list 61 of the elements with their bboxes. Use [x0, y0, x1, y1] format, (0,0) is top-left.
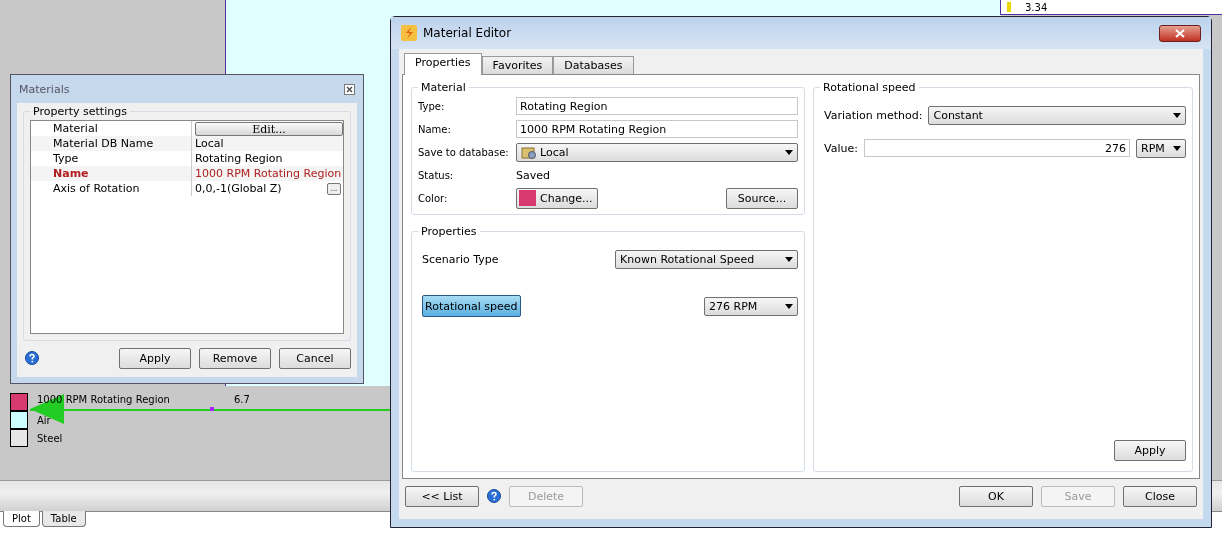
field-label: Status:	[418, 169, 455, 181]
field-label: Save to database:	[418, 146, 510, 158]
edit-button[interactable]: Edit...	[195, 121, 343, 136]
property-name: Material	[52, 122, 99, 135]
dialog-button[interactable]: Cancel	[279, 347, 351, 369]
group-title: Properties	[420, 225, 478, 238]
help-icon[interactable]	[487, 489, 501, 503]
close-icon[interactable]	[344, 83, 355, 95]
apply-button[interactable]: Apply	[1114, 440, 1186, 461]
property-value: Rotating Region	[195, 152, 284, 165]
property-name: Name	[52, 167, 90, 180]
property-value: Local	[195, 137, 225, 150]
help-icon[interactable]	[25, 351, 39, 365]
value-field[interactable]: 276	[863, 139, 1130, 157]
field-label: Color:	[418, 192, 449, 204]
ok-button[interactable]: OK	[959, 485, 1033, 507]
window-title: Material Editor	[423, 26, 513, 40]
source-button[interactable]: Source...	[726, 187, 798, 209]
group-title: Property settings	[32, 105, 128, 118]
dialog-button[interactable]: Apply	[119, 347, 191, 369]
speed-dropdown[interactable]: 276 RPM	[704, 296, 798, 316]
marker-icon	[1007, 2, 1011, 12]
rotational-speed-button[interactable]: Rotational speed	[422, 295, 521, 317]
name-field[interactable]: 1000 RPM Rotating Region	[516, 120, 798, 138]
change-color-button[interactable]: Change...	[516, 187, 598, 209]
variation-dropdown[interactable]: Constant	[928, 105, 1186, 125]
line-value: 6.7	[234, 394, 250, 405]
editor-tab[interactable]: Properties	[404, 53, 482, 75]
field-label: Type:	[418, 100, 446, 112]
close-button[interactable]	[1159, 24, 1201, 42]
property-name: Material DB Name	[52, 137, 155, 150]
status-value: Saved	[516, 168, 550, 182]
field-label: Name:	[418, 123, 452, 135]
legend-label: Steel	[37, 432, 63, 444]
property-value: 0,0,-1(Global Z)	[195, 182, 283, 195]
type-field[interactable]: Rotating Region	[516, 97, 798, 115]
view-tab[interactable]: Plot	[3, 511, 40, 527]
field-label: Value:	[824, 141, 858, 155]
property-name: Type	[52, 152, 80, 165]
axis-value: 3.34	[1025, 1, 1048, 13]
window-title: Materials	[19, 82, 70, 96]
field-label: Variation method:	[824, 108, 923, 122]
list-button[interactable]: << List	[405, 485, 479, 507]
group-title: Material	[420, 81, 467, 94]
close-icon	[1175, 28, 1185, 38]
property-name: Axis of Rotation	[52, 182, 141, 195]
scenario-dropdown[interactable]: Known Rotational Speed	[615, 249, 798, 269]
app-icon	[401, 25, 417, 41]
view-tab[interactable]: Table	[41, 511, 86, 527]
property-value: 1000 RPM Rotating Region	[195, 167, 343, 180]
database-icon	[521, 145, 537, 159]
dialog-button[interactable]: Remove	[199, 347, 271, 369]
browse-button[interactable]: ...	[327, 182, 341, 195]
editor-tab[interactable]: Databases	[553, 56, 634, 74]
close-dialog-button[interactable]: Close	[1123, 485, 1197, 507]
unit-dropdown[interactable]: RPM	[1136, 138, 1186, 158]
editor-tab[interactable]: Favorites	[481, 56, 554, 74]
group-title: Rotational speed	[822, 81, 917, 94]
field-label: Scenario Type	[422, 252, 499, 266]
database-dropdown[interactable]: Local	[516, 142, 798, 162]
legend-label: Air	[37, 414, 51, 426]
